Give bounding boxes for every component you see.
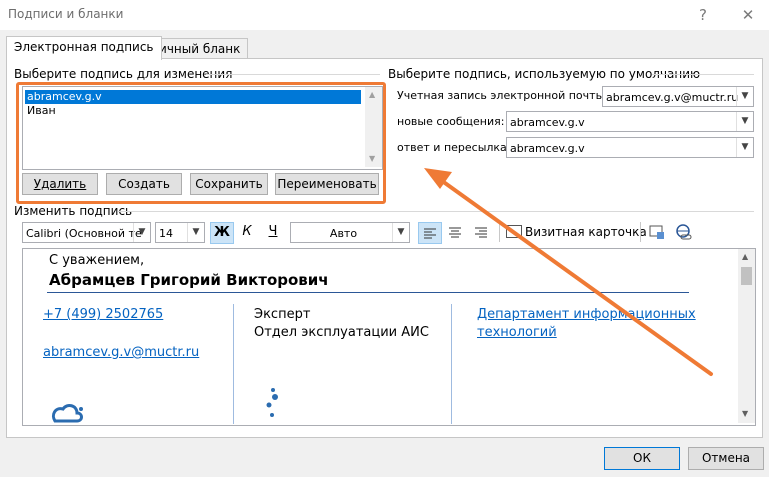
font-size-value: 14	[159, 227, 173, 240]
toolbar-separator	[499, 222, 500, 242]
new-messages-label: новые сообщения:	[397, 115, 505, 128]
chevron-down-icon: ▼	[187, 223, 204, 242]
cancel-button[interactable]: Отмена	[688, 447, 764, 470]
chevron-down-icon: ▼	[133, 223, 150, 242]
font-size-select[interactable]: 14 ▼	[155, 222, 205, 243]
new-messages-value: abramcev.g.v	[510, 116, 585, 129]
company-logo-icon	[51, 404, 83, 423]
signature-greeting: С уважением,	[49, 253, 145, 268]
align-right-icon	[475, 227, 487, 238]
scroll-down-icon[interactable]: ▼	[742, 409, 748, 418]
tab-email-signature[interactable]: Электронная подпись	[6, 36, 162, 60]
business-card-icon	[506, 225, 522, 238]
account-value: abramcev.g.v@muctr.ru	[606, 91, 739, 104]
signature-phone[interactable]: +7 (499) 2502765	[43, 307, 163, 322]
chevron-down-icon: ▼	[736, 138, 753, 157]
hyperlink-icon	[676, 224, 692, 240]
business-card-button[interactable]: Визитная карточка	[506, 222, 647, 242]
signature-name: Абрамцев Григорий Викторович	[49, 271, 329, 289]
signature-division-line2[interactable]: технологий	[477, 325, 557, 340]
highlight-frame	[16, 82, 386, 204]
column-divider	[451, 304, 452, 424]
reply-forward-label: ответ и пересылка:	[397, 141, 511, 154]
logo-dots-icon	[266, 388, 278, 417]
signature-division-line1[interactable]: Департамент информационных	[477, 307, 696, 322]
signature-editor[interactable]: С уважением, Абрамцев Григорий Викторови…	[22, 248, 756, 426]
align-left-icon	[424, 228, 436, 239]
section-divider	[652, 74, 754, 75]
underline-button[interactable]: Ч	[262, 222, 284, 242]
edit-signature-label: Изменить подпись	[14, 204, 133, 218]
help-button[interactable]: ?	[690, 4, 716, 26]
signature-department: Отдел эксплуатации АИС	[254, 325, 429, 340]
chevron-down-icon: ▼	[736, 87, 753, 106]
font-value: Calibri (Основной те	[26, 227, 142, 240]
insert-link-button[interactable]	[675, 223, 693, 241]
close-button[interactable]: ✕	[735, 4, 761, 26]
editor-scrollbar[interactable]: ▲ ▼	[738, 249, 755, 423]
font-select[interactable]: Calibri (Основной те ▼	[22, 222, 151, 243]
align-center-button[interactable]	[444, 222, 466, 242]
select-signature-label: Выберите подпись для изменения	[14, 67, 233, 81]
scroll-thumb[interactable]	[741, 267, 752, 285]
window-title: Подписи и бланки	[8, 7, 124, 21]
insert-picture-button[interactable]	[648, 223, 666, 241]
business-card-label: Визитная карточка	[525, 225, 647, 239]
chevron-down-icon: ▼	[736, 112, 753, 131]
align-right-button[interactable]	[470, 222, 492, 242]
section-divider	[206, 74, 380, 75]
account-label: Учетная запись электронной почты:	[397, 89, 608, 102]
signature-rule	[47, 292, 689, 293]
reply-forward-value: abramcev.g.v	[510, 142, 585, 155]
align-center-icon	[449, 227, 461, 238]
toolbar-separator	[640, 222, 641, 242]
section-divider	[118, 211, 754, 212]
signature-position: Эксперт	[254, 307, 311, 322]
ok-button[interactable]: ОК	[604, 447, 680, 470]
bold-button[interactable]: Ж	[210, 222, 234, 244]
font-color-value: Авто	[329, 227, 358, 240]
reply-forward-select[interactable]: abramcev.g.v ▼	[506, 137, 754, 158]
signature-email[interactable]: abramcev.g.v@muctr.ru	[43, 345, 199, 360]
chevron-down-icon: ▼	[392, 223, 409, 242]
scroll-up-icon[interactable]: ▲	[742, 252, 748, 261]
font-color-select[interactable]: Авто ▼	[290, 222, 410, 243]
column-divider	[233, 304, 234, 424]
picture-icon	[649, 225, 664, 239]
italic-button[interactable]: К	[236, 222, 258, 242]
account-select[interactable]: abramcev.g.v@muctr.ru ▼	[602, 86, 754, 107]
align-left-button[interactable]	[418, 222, 442, 244]
new-messages-select[interactable]: abramcev.g.v ▼	[506, 111, 754, 132]
